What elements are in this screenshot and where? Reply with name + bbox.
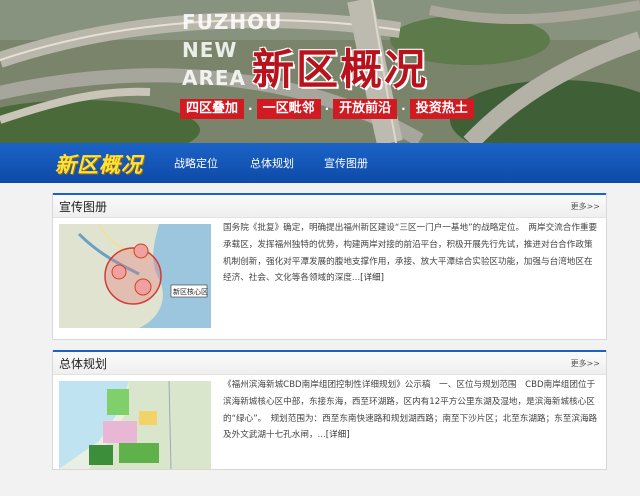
- nav-item-strategy[interactable]: 战略定位: [174, 155, 218, 171]
- main-nav: 新区概况 战略定位 总体规划 宣传图册: [0, 143, 640, 183]
- panel-body-text: 《福州滨海新城CBD南岸组团控制性详细规划》公示稿 一、区位与规划范围 CBD南…: [223, 377, 598, 444]
- panel-title: 宣传图册: [59, 200, 108, 214]
- panel-header: 总体规划 更多>>: [53, 350, 606, 375]
- slogan-item: 开放前沿: [333, 99, 398, 119]
- banner-en-line2: NEW: [182, 38, 238, 62]
- banner-slogan: 四区叠加 · 一区毗邻 · 开放前沿 · 投资热土: [180, 98, 474, 120]
- slogan-separator: ·: [401, 102, 406, 116]
- panel-title: 总体规划: [59, 357, 108, 371]
- banner-title: 新区概况: [252, 45, 429, 94]
- more-link[interactable]: 更多>>: [571, 201, 600, 212]
- panel-summary: 国务院《批复》确定，明确提出福州新区建设“三区一门户一基地”的战略定位。 两岸交…: [223, 223, 598, 284]
- planning-map-image[interactable]: [59, 381, 211, 469]
- nav-item-planning[interactable]: 总体规划: [250, 155, 294, 171]
- detail-link[interactable]: [详细]: [326, 430, 350, 440]
- slogan-item: 一区毗邻: [256, 99, 321, 119]
- banner-en-line1: FUZHOU: [182, 10, 283, 34]
- panel-summary: 《福州滨海新城CBD南岸组团控制性详细规划》公示稿 一、区位与规划范围 CBD南…: [223, 380, 598, 441]
- planning-panel: 总体规划 更多>> 《福州滨海新城CBD南岸组团控制性详细规划》公示稿 一、区位…: [52, 350, 607, 470]
- map-legend-label: 新区核心区: [173, 287, 208, 296]
- slogan-item: 投资热土: [409, 99, 474, 119]
- slogan-separator: ·: [248, 102, 253, 116]
- header-banner: FUZHOU NEW AREA 新区概况 四区叠加 · 一区毗邻 · 开放前沿 …: [0, 0, 640, 143]
- panel-header: 宣传图册 更多>>: [53, 193, 606, 218]
- more-link[interactable]: 更多>>: [571, 358, 600, 369]
- panel-body-text: 国务院《批复》确定，明确提出福州新区建设“三区一门户一基地”的战略定位。 两岸交…: [223, 220, 598, 287]
- detail-link[interactable]: [详细]: [360, 273, 384, 283]
- slogan-item: 四区叠加: [180, 99, 245, 119]
- nav-item-brochure[interactable]: 宣传图册: [324, 155, 368, 171]
- brochure-panel: 宣传图册 更多>> 新区核心区 国务院《批复》确定，明确提出福州新区建设“三区一…: [52, 193, 607, 340]
- nav-logo: 新区概况: [55, 152, 143, 177]
- banner-en-line3: AREA: [182, 66, 247, 90]
- new-area-map-image[interactable]: 新区核心区: [59, 224, 211, 328]
- slogan-separator: ·: [324, 102, 330, 116]
